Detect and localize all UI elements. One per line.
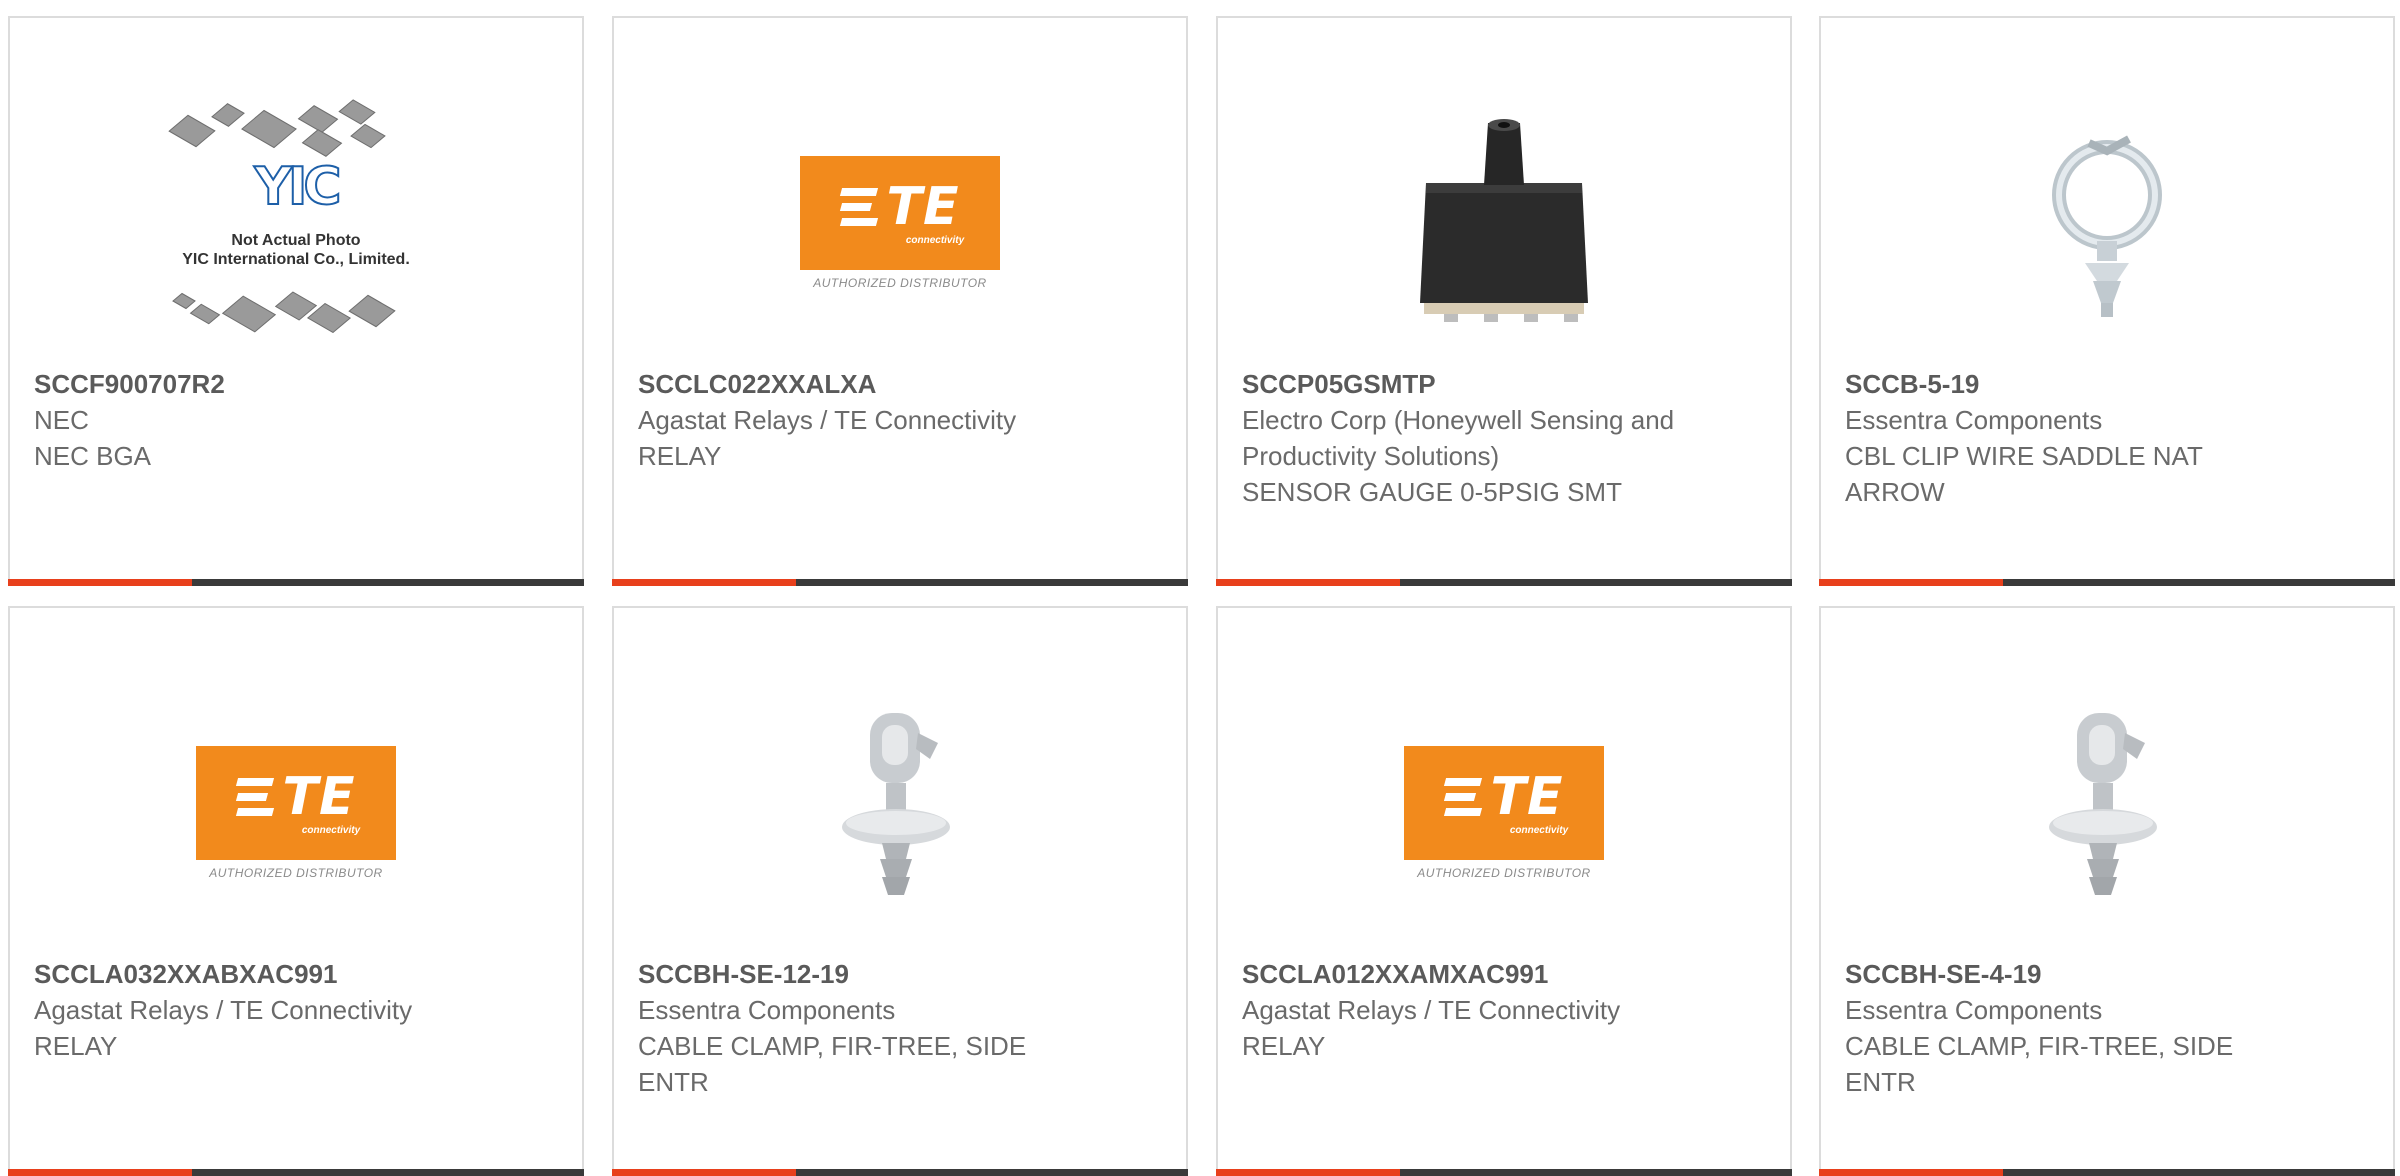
part-number[interactable]: SCCBH-SE-12-19 <box>638 956 1162 992</box>
product-image[interactable]: TE connectivity AUTHORIZED DISTRIBUTOR <box>638 78 1162 368</box>
description: CABLE CLAMP, FIR-TREE, SIDE ENTR <box>638 1031 1027 1097</box>
manufacturer: Essentra Components <box>638 995 896 1025</box>
product-image[interactable] <box>1845 78 2369 368</box>
manufacturer: NEC <box>34 405 89 435</box>
product-card[interactable]: SCCBH-SE-12-19 Essentra Components CABLE… <box>612 606 1188 1176</box>
description: CBL CLIP WIRE SADDLE NAT ARROW <box>1845 441 2203 507</box>
product-card[interactable]: SCCP05GSMTP Electro Corp (Honeywell Sens… <box>1216 16 1792 586</box>
card-accent-bar <box>612 1169 1188 1176</box>
product-card[interactable]: TE connectivity AUTHORIZED DISTRIBUTOR S… <box>1216 606 1792 1176</box>
yic-placeholder-image: YIC Not Actual Photo YIC International C… <box>156 99 436 343</box>
pressure-sensor-image <box>1420 119 1588 322</box>
product-image[interactable] <box>1845 668 2369 958</box>
product-card[interactable]: SCCB-5-19 Essentra Components CBL CLIP W… <box>1819 16 2395 586</box>
part-number[interactable]: SCCB-5-19 <box>1845 366 2369 402</box>
part-number[interactable]: SCCF900707R2 <box>34 366 558 402</box>
manufacturer: Electro Corp (Honeywell Sensing and Prod… <box>1242 405 1675 471</box>
manufacturer: Essentra Components <box>1845 995 2103 1025</box>
manufacturer: Agastat Relays / TE Connectivity <box>638 405 1017 435</box>
product-image[interactable]: TE connectivity AUTHORIZED DISTRIBUTOR <box>1242 668 1766 958</box>
cable-clamp-image <box>842 713 950 895</box>
card-accent-bar <box>8 579 584 586</box>
description: RELAY <box>34 1031 118 1061</box>
card-accent-bar <box>1819 1169 2395 1176</box>
product-card[interactable]: SCCBH-SE-4-19 Essentra Components CABLE … <box>1819 606 2395 1176</box>
manufacturer: Essentra Components <box>1845 405 2103 435</box>
part-number[interactable]: SCCLA032XXABXAC991 <box>34 956 558 992</box>
te-connectivity-logo: TE connectivity AUTHORIZED DISTRIBUTOR <box>196 746 396 880</box>
description: NEC BGA <box>34 441 152 471</box>
part-number[interactable]: SCCLC022XXALXA <box>638 366 1162 402</box>
placeholder-caption: Not Actual Photo YIC International Co., … <box>182 232 410 268</box>
te-connectivity-logo: TE connectivity AUTHORIZED DISTRIBUTOR <box>1404 746 1604 880</box>
manufacturer: Agastat Relays / TE Connectivity <box>34 995 413 1025</box>
card-accent-bar <box>1216 1169 1792 1176</box>
part-number[interactable]: SCCLA012XXAMXAC991 <box>1242 956 1766 992</box>
product-image[interactable] <box>1242 78 1766 368</box>
te-connectivity-logo: TE connectivity AUTHORIZED DISTRIBUTOR <box>800 156 1000 290</box>
cable-clamp-image <box>2049 713 2157 895</box>
product-image[interactable]: YIC Not Actual Photo YIC International C… <box>34 78 558 368</box>
card-accent-bar <box>8 1169 584 1176</box>
product-image[interactable]: TE connectivity AUTHORIZED DISTRIBUTOR <box>34 668 558 958</box>
description: RELAY <box>1242 1031 1326 1061</box>
description: RELAY <box>638 441 722 471</box>
product-image[interactable] <box>638 668 1162 958</box>
manufacturer: Agastat Relays / TE Connectivity <box>1242 995 1621 1025</box>
cable-clip-image <box>2052 135 2162 317</box>
product-card[interactable]: TE connectivity AUTHORIZED DISTRIBUTOR S… <box>8 606 584 1176</box>
card-accent-bar <box>612 579 1188 586</box>
product-card[interactable]: YIC Not Actual Photo YIC International C… <box>8 16 584 586</box>
part-number[interactable]: SCCP05GSMTP <box>1242 366 1766 402</box>
card-accent-bar <box>1216 579 1792 586</box>
description: CABLE CLAMP, FIR-TREE, SIDE ENTR <box>1845 1031 2234 1097</box>
yic-logo: YIC <box>253 156 342 218</box>
product-grid: YIC Not Actual Photo YIC International C… <box>0 0 2400 1176</box>
description: SENSOR GAUGE 0-5PSIG SMT <box>1242 477 1622 507</box>
product-card[interactable]: TE connectivity AUTHORIZED DISTRIBUTOR S… <box>612 16 1188 586</box>
card-accent-bar <box>1819 579 2395 586</box>
part-number[interactable]: SCCBH-SE-4-19 <box>1845 956 2369 992</box>
